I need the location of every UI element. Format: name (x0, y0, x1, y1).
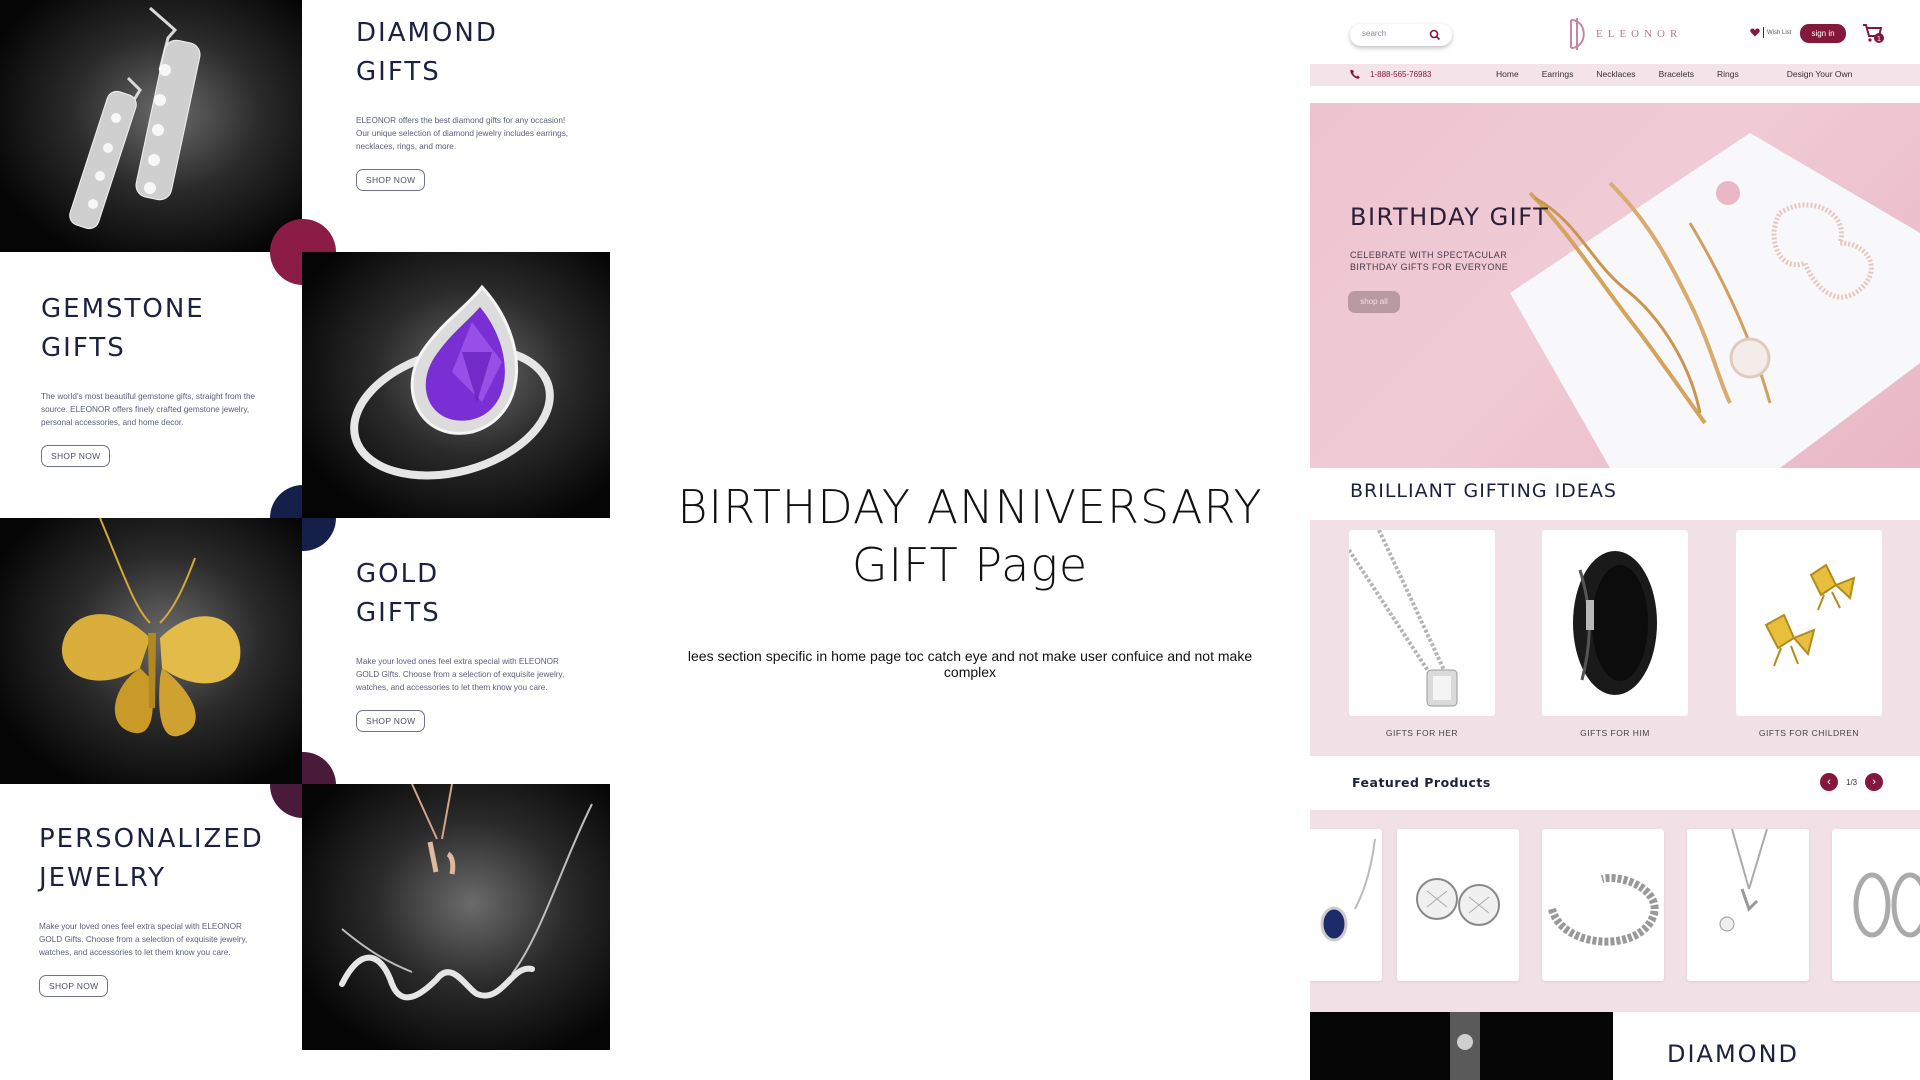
gift-card-her[interactable] (1349, 530, 1495, 716)
amethyst-ring-photo (302, 252, 610, 518)
page-subtitle: lees section specific in home page toc c… (687, 648, 1253, 680)
hoop-earrings-image (1853, 872, 1920, 938)
pendant-necklace-image (1349, 530, 1458, 707)
diamond-gifts-title-2: GIFTS (356, 57, 441, 87)
gold-gifts-title-2: GIFTS (356, 598, 441, 628)
personalized-shop-now-button[interactable]: SHOP NOW (39, 975, 109, 997)
personalized-jewelry-title-2: JEWELRY (39, 863, 167, 893)
gifting-ideas-section: GIFTS FOR HER GIFTS FOR HIM GIFTS FOR CH… (1310, 520, 1920, 756)
search-placeholder: search (1362, 29, 1387, 38)
featured-products-title: Featured Products (1352, 775, 1491, 790)
cart-icon[interactable]: 1 (1862, 22, 1884, 44)
cart-count: 1 (1877, 36, 1881, 43)
prev-arrow-icon[interactable]: ‹ (1820, 773, 1838, 791)
nav-home[interactable]: Home (1496, 69, 1519, 79)
product-card-solitaire-pendant[interactable] (1687, 829, 1809, 981)
hero-banner: BIRTHDAY GIFT CELEBRATE WITH SPECTACULAR… (1310, 103, 1920, 468)
phone-icon (1350, 69, 1360, 79)
diamond-shop-now-button[interactable]: SHOP NOW (356, 169, 426, 191)
gold-shop-now-button[interactable]: SHOP NOW (356, 710, 426, 732)
nav-bar: 1-888-565-76983 Home Earrings Necklaces … (1310, 64, 1920, 86)
gift-category-her[interactable]: GIFTS FOR HER (1349, 530, 1495, 738)
solitaire-pendant-image (1719, 829, 1768, 932)
gemstone-shop-now-button[interactable]: SHOP NOW (41, 445, 111, 467)
nav-necklaces[interactable]: Necklaces (1596, 69, 1635, 79)
gift-card-children[interactable] (1736, 530, 1882, 716)
diamond-earrings-photo (0, 0, 302, 252)
gift-label-children: GIFTS FOR CHILDREN (1758, 728, 1860, 738)
nav-design-your-own[interactable]: Design Your Own (1787, 69, 1853, 79)
sapphire-pendant-image (1320, 838, 1376, 942)
featured-pager: ‹ 1/3 › (1820, 773, 1884, 791)
gifting-ideas-title: BRILLIANT GIFTING IDEAS (1350, 480, 1617, 502)
gemstone-gifts-title-1: GEMSTONE (41, 294, 205, 324)
bottom-diamond-photo (1310, 1012, 1613, 1080)
hero-shop-all-button[interactable]: shop all (1348, 291, 1400, 313)
earring-thumbnail-image (1450, 1012, 1480, 1080)
gold-butterfly-necklace-photo (0, 518, 302, 784)
gift-category-children[interactable]: GIFTS FOR CHILDREN (1736, 530, 1882, 738)
logo-wordmark: ELEONOR (1596, 28, 1683, 40)
homepage-mockup: search ELEONOR Wish List sign in 1 1-888… (1310, 0, 1920, 1080)
gift-label-her: GIFTS FOR HER (1385, 728, 1459, 738)
wishlist-link[interactable]: Wish List (1750, 27, 1791, 38)
black-ring-image (1573, 551, 1657, 695)
page-title-line-2: GIFT Page (851, 538, 1089, 592)
main-navigation: Home Earrings Necklaces Bracelets Rings … (1496, 69, 1852, 79)
hero-subtitle: CELEBRATE WITH SPECTACULAR BIRTHDAY GIFT… (1350, 250, 1509, 272)
gift-card-him[interactable] (1542, 530, 1688, 716)
gemstone-gifts-description: The world's most beautiful gemstone gift… (41, 392, 256, 427)
personalized-name-necklace-photo (302, 784, 610, 1050)
sign-in-button[interactable]: sign in (1800, 24, 1846, 43)
hero-title: BIRTHDAY GIFT (1350, 203, 1550, 231)
logo-monogram-icon (1570, 18, 1585, 50)
phone-number: 1-888-565-76983 (1370, 69, 1432, 79)
page-indicator: 1/3 (1846, 777, 1858, 787)
wishlist-separator (1763, 27, 1764, 38)
personalized-jewelry-title-1: PERSONALIZED (39, 824, 264, 854)
gold-gifts-block: GOLD GIFTS Make your loved ones feel ext… (356, 555, 576, 732)
bow-earrings-image (1764, 563, 1856, 667)
page-title-line-1: BIRTHDAY ANNIVERSARY (677, 480, 1263, 534)
hair-pins-image (1510, 133, 1920, 468)
personalized-jewelry-block: PERSONALIZED JEWELRY Make your loved one… (39, 820, 264, 997)
product-card-stud-earrings[interactable] (1397, 829, 1519, 981)
page-title: BIRTHDAY ANNIVERSARY GIFT Page (650, 478, 1290, 594)
gemstone-gifts-block: GEMSTONE GIFTS The world's most beautifu… (41, 290, 261, 467)
gemstone-gifts-title-2: GIFTS (41, 333, 126, 363)
diamond-gifts-block: DIAMOND GIFTS ELEONOR offers the best di… (356, 14, 576, 191)
tennis-bracelet-image (1548, 874, 1659, 946)
search-icon[interactable] (1428, 28, 1442, 42)
product-card-sapphire-pendant[interactable] (1310, 829, 1382, 981)
wishlist-label: Wish List (1767, 29, 1792, 36)
nav-rings[interactable]: Rings (1717, 69, 1739, 79)
gift-label-him: GIFTS FOR HIM (1580, 728, 1650, 738)
product-card-hoop-earrings[interactable] (1832, 829, 1920, 981)
gold-gifts-description: Make your loved ones feel extra special … (356, 657, 565, 692)
nav-bracelets[interactable]: Bracelets (1659, 69, 1694, 79)
nav-earrings[interactable]: Earrings (1542, 69, 1574, 79)
search-input[interactable]: search (1350, 24, 1452, 46)
featured-products-carousel (1310, 810, 1920, 1012)
gift-category-him[interactable]: GIFTS FOR HIM (1542, 530, 1688, 738)
eleonor-logo[interactable]: ELEONOR (1566, 16, 1682, 52)
bottom-diamond-title: DIAMOND (1667, 1040, 1800, 1068)
heart-icon (1750, 28, 1760, 37)
diamond-gifts-title-1: DIAMOND (356, 18, 498, 48)
diamond-studs-image (1416, 878, 1500, 926)
personalized-jewelry-description: Make your loved ones feel extra special … (39, 922, 248, 957)
next-arrow-icon[interactable]: › (1865, 773, 1884, 791)
phone-contact[interactable]: 1-888-565-76983 (1350, 69, 1431, 79)
diamond-gifts-description: ELEONOR offers the best diamond gifts fo… (356, 116, 569, 151)
gold-gifts-title-1: GOLD (356, 559, 440, 589)
product-card-tennis-bracelet[interactable] (1542, 829, 1664, 981)
